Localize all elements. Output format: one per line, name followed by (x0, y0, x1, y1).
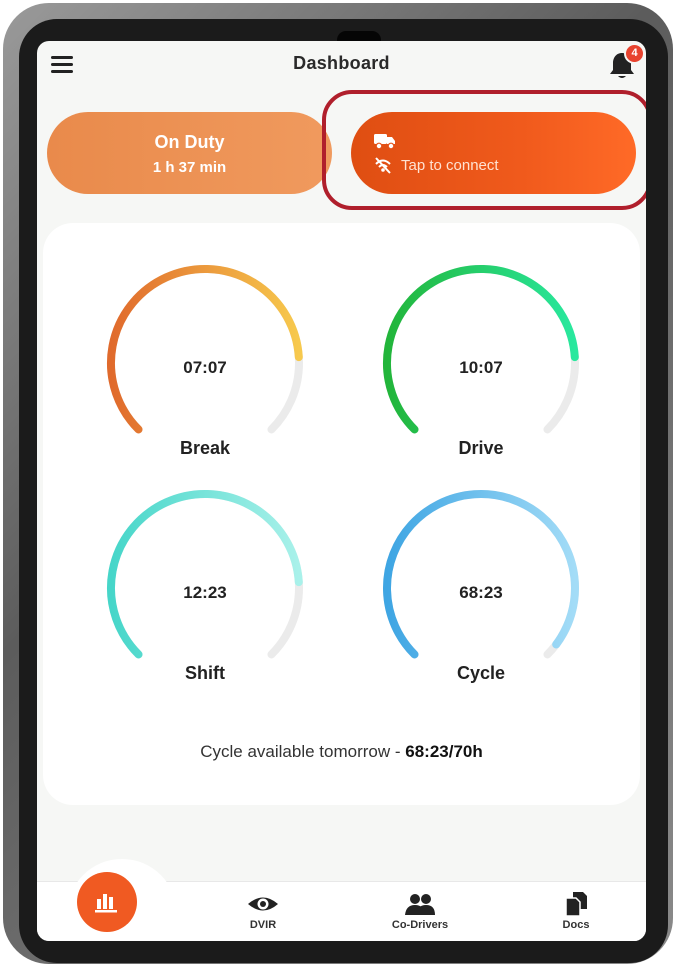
break-gauge-label: Break (179, 438, 231, 458)
drive-gauge-fill (383, 265, 579, 434)
duty-status-button[interactable]: On Duty 1 h 37 min (47, 112, 332, 194)
break-gauge-fill (107, 265, 303, 434)
connect-highlight-box (322, 90, 646, 210)
page-title: Dashboard (293, 53, 390, 73)
shift-gauge-label: Shift (185, 663, 225, 683)
shift-gauge: 12:23 Shift (95, 478, 315, 698)
duty-duration: 1 h 37 min (152, 159, 227, 176)
tab-co-drivers[interactable]: Co-Drivers (370, 891, 470, 931)
drive-gauge-label: Drive (458, 438, 504, 458)
eye-icon (248, 897, 278, 911)
bar-chart-icon (95, 894, 117, 913)
drive-gauge: 10:07 Drive (371, 253, 591, 473)
people-icon (405, 894, 435, 915)
tab-dvir-label: DVIR (249, 919, 277, 931)
shift-gauge-value: 12:23 (183, 583, 227, 602)
break-gauge: 07:07 Break (95, 253, 315, 473)
notification-count-badge: 4 (624, 43, 645, 64)
cycle-note-text: Cycle available tomorrow - (200, 742, 401, 761)
top-bar: Dashboard 4 (37, 41, 646, 91)
cycle-gauge-value: 68:23 (459, 583, 503, 602)
tab-docs-label: Docs (562, 919, 590, 931)
cycle-availability-note: Cycle available tomorrow - 68:23/70h (43, 742, 640, 762)
cycle-gauge-label: Cycle (456, 663, 506, 683)
dashboard-tab-button[interactable] (77, 872, 137, 932)
drive-gauge-value: 10:07 (459, 358, 503, 377)
shift-gauge-fill (107, 490, 303, 659)
cycle-note-value: 68:23/70h (405, 742, 483, 761)
hos-gauges-card: 07:07 Break 10:07 Drive 12:23 Shift 68:2… (43, 223, 640, 805)
app-screen: Dashboard 4 On Duty 1 h 37 min Tap to co… (37, 41, 646, 941)
tab-co-drivers-label: Co-Drivers (391, 919, 449, 931)
duty-status-label: On Duty (154, 132, 225, 152)
tab-docs[interactable]: Docs (526, 891, 626, 931)
tab-dvir[interactable]: DVIR (213, 891, 313, 931)
docs-icon (565, 892, 587, 917)
cycle-gauge-fill (383, 490, 579, 659)
break-gauge-value: 07:07 (183, 358, 227, 377)
cycle-gauge: 68:23 Cycle (371, 478, 591, 698)
